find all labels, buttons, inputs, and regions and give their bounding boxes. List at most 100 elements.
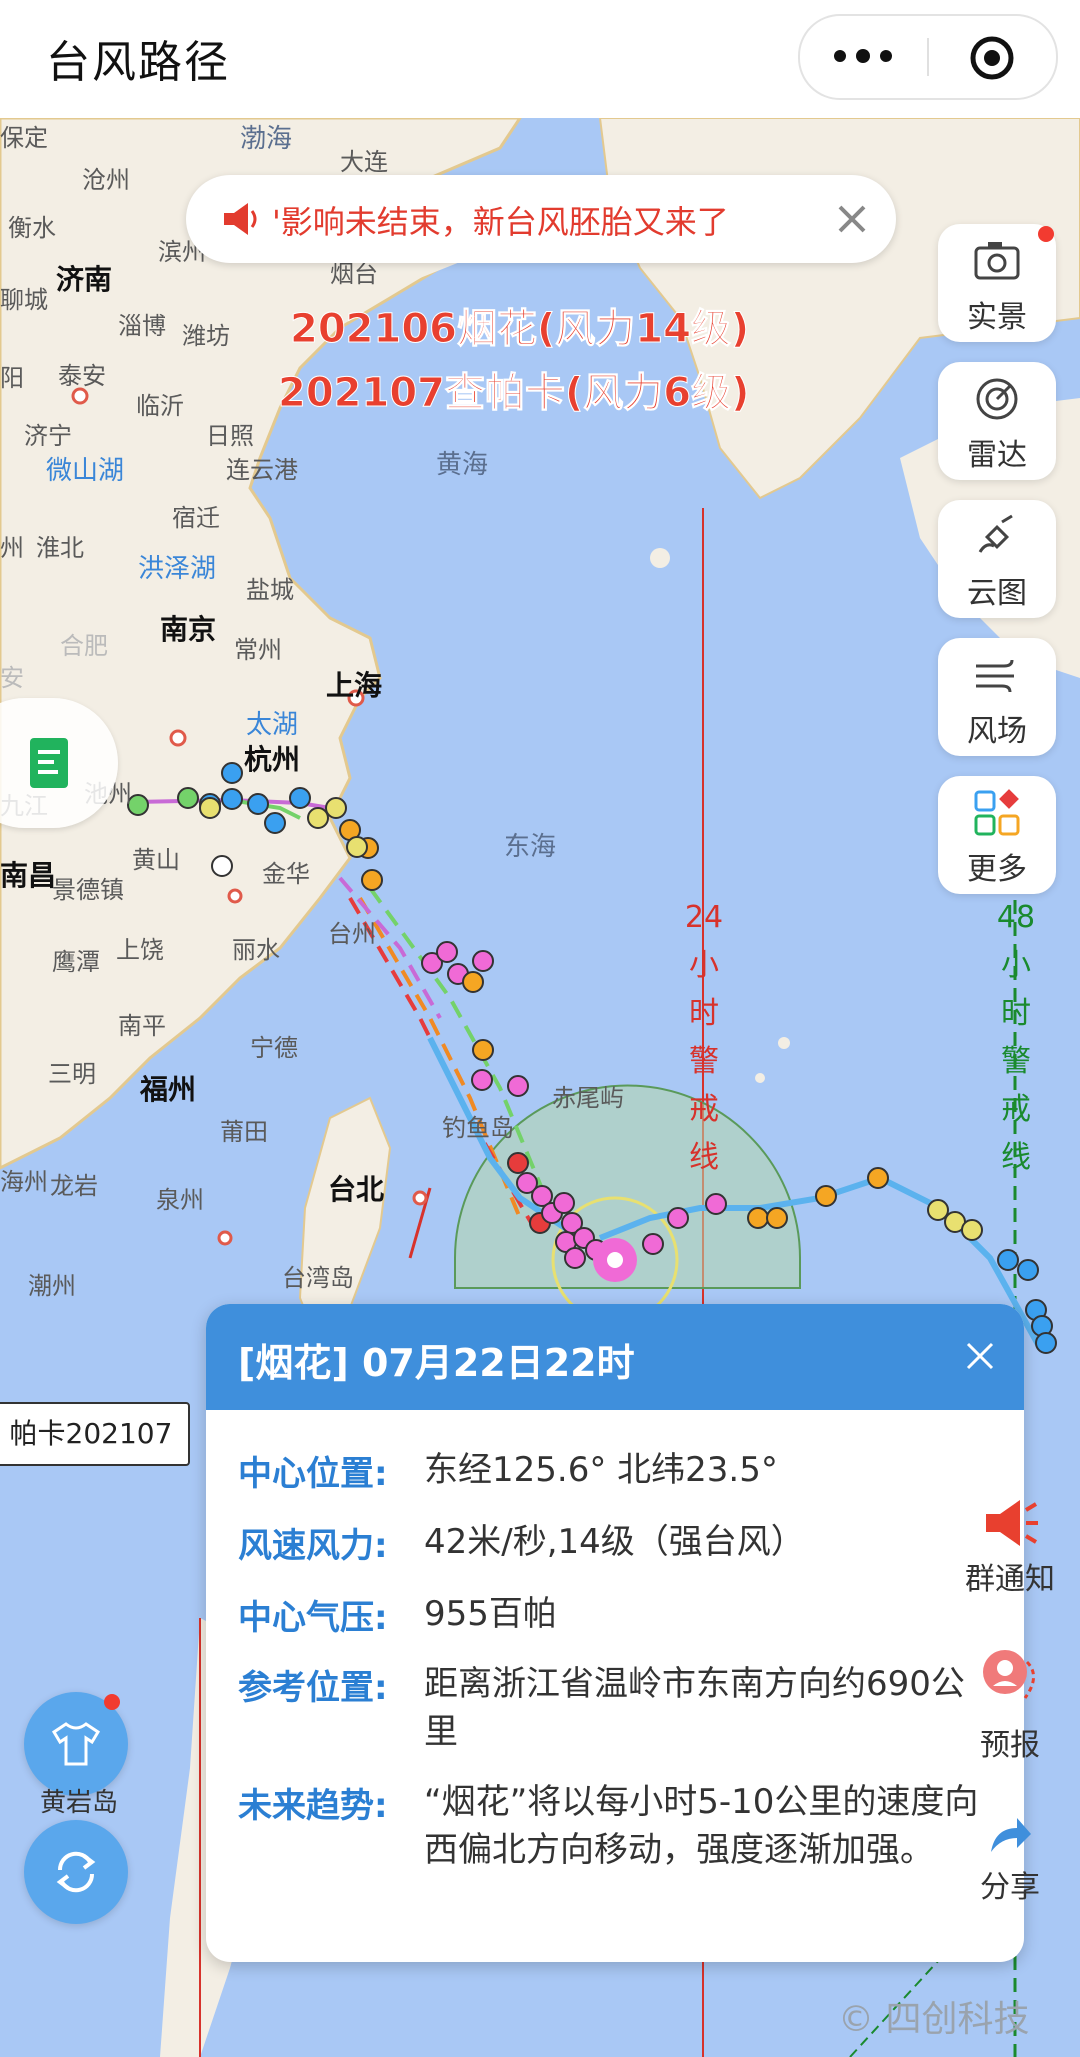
close-icon[interactable] [832, 199, 872, 239]
notification-dot [1038, 226, 1054, 242]
place-label: 淮北 [36, 534, 84, 562]
forecast-button[interactable]: 预报 [940, 1646, 1080, 1764]
tool-more[interactable]: 更多 [938, 776, 1056, 894]
page-title: 台风路径 [46, 37, 230, 88]
dot-icon [880, 50, 892, 62]
fab-label: 预报 [980, 1728, 1040, 1763]
tool-label: 云图 [967, 576, 1027, 611]
tool-cloud-map[interactable]: 云图 [938, 500, 1056, 618]
tool-label: 风场 [967, 714, 1027, 749]
tool-label: 实景 [967, 300, 1027, 335]
notice-banner[interactable]: '影响未结束，新台风胚胎又来了 [186, 175, 896, 263]
place-label: 南平 [118, 1012, 166, 1040]
dot-icon [856, 49, 870, 63]
forecast-pin-icon [983, 1650, 1035, 1699]
place-label: 临沂 [136, 392, 184, 420]
info-value: 42米/秒,14级（强台风） [424, 1522, 805, 1562]
info-value: 距离浙江省温岭市东南方向约690公里 [424, 1664, 965, 1752]
place-label: 上饶 [116, 936, 164, 964]
typhoon-name-label[interactable]: 202107查帕卡(风力6级) [277, 360, 749, 418]
place-label: 龙岩 [50, 1172, 98, 1200]
more-options-button[interactable] [834, 36, 894, 76]
place-label: 盐城 [246, 576, 294, 604]
info-value: 东经125.6° 北纬23.5° [424, 1450, 778, 1490]
close-mini-program-button[interactable] [968, 34, 1016, 82]
place-label: 莆田 [220, 1118, 268, 1146]
notice-text: '影响未结束，新台风胚胎又来了 [272, 203, 729, 241]
typhoon-info-panel: [烟花] 07月22日22时 中心位置: 东经125.6° 北纬23.5° 风速… [206, 1304, 1024, 1962]
info-key: 中心位置: [238, 1454, 388, 1494]
huangyandao-label: 黄岩岛 [40, 1788, 119, 1818]
place-label: 衡水 [8, 214, 56, 242]
warning-48h-label: 48小时警戒线 [996, 900, 1036, 1175]
place-label: 东海 [504, 832, 557, 862]
place-label: 上海 [326, 669, 383, 702]
tool-wind-field[interactable]: 风场 [938, 638, 1056, 756]
panel-header: [烟花] 07月22日22时 [206, 1304, 1024, 1410]
place-label: 南京 [160, 613, 217, 646]
tool-label: 雷达 [967, 438, 1027, 473]
warning-24h-label: 24小时警戒线 [684, 900, 724, 1175]
typhoon-chapaka-tag[interactable]: 帕卡202107 [0, 1402, 190, 1466]
place-label: 福州 [140, 1073, 197, 1106]
close-icon[interactable] [958, 1334, 1002, 1378]
target-close-icon [970, 36, 1014, 80]
place-label: 常州 [234, 636, 282, 664]
place-label: 宁德 [250, 1034, 298, 1062]
place-label: 阳 [0, 364, 24, 392]
place-label: 黄海 [436, 450, 489, 480]
tool-label: 更多 [967, 852, 1027, 887]
place-label: 济南 [56, 263, 113, 296]
megaphone-icon [986, 1500, 1038, 1546]
watermark: © 四创科技 [838, 1999, 1030, 2040]
share-button[interactable]: 分享 [940, 1814, 1080, 1906]
camera-icon [974, 242, 1020, 280]
info-value: “烟花”将以每小时5-10公里的速度向西偏北方向移动，强度逐渐加强。 [424, 1782, 979, 1870]
place-label: 黄山 [132, 846, 180, 874]
panel-title: [烟花] 07月22日22时 [238, 1341, 635, 1385]
place-label: 渤海 [240, 124, 293, 154]
tool-radar[interactable]: 雷达 [938, 362, 1056, 480]
place-label: 潮州 [28, 1272, 76, 1300]
document-icon [30, 738, 68, 788]
place-label: 洪泽湖 [138, 554, 217, 584]
info-key: 未来趋势: [238, 1786, 388, 1826]
place-label: 杭州 [244, 743, 301, 776]
place-label: 大连 [340, 148, 388, 176]
place-label: 台州 [328, 920, 376, 948]
info-value: 955百帕 [424, 1594, 557, 1634]
place-label: 丽水 [232, 936, 280, 964]
info-key: 风速风力: [238, 1526, 388, 1566]
place-label: 鹰潭 [52, 948, 100, 976]
place-label: 赤尾屿 [552, 1084, 624, 1112]
place-label: 金华 [262, 860, 310, 888]
share-icon [991, 1818, 1031, 1852]
place-label: 景德镇 [52, 876, 124, 904]
typhoon-name-label[interactable]: 202106烟花(风力14级) [289, 296, 749, 354]
place-label: 南昌 [0, 859, 57, 892]
shirt-icon [51, 1722, 101, 1766]
wind-icon [976, 659, 1014, 693]
place-label: 淄博 [118, 312, 166, 340]
place-label: 安 [0, 664, 24, 692]
satellite-icon [978, 514, 1013, 553]
grid-more-icon [974, 789, 1020, 836]
place-label: 泰安 [58, 362, 106, 390]
place-label: 三明 [48, 1060, 96, 1088]
tool-live-view[interactable]: 实景 [938, 224, 1056, 342]
place-label: 台北 [328, 1173, 385, 1206]
place-label: 保定 [0, 124, 48, 152]
top-bar: 台风路径 [0, 0, 1080, 118]
refresh-button[interactable] [24, 1820, 128, 1924]
place-label: 泉州 [156, 1186, 204, 1214]
place-label: 日照 [206, 422, 254, 450]
megaphone-icon [224, 203, 257, 235]
info-key: 中心气压: [238, 1598, 388, 1638]
group-notify-button[interactable]: 群通知 [940, 1496, 1080, 1598]
fab-label: 群通知 [965, 1562, 1055, 1597]
place-label: 钓鱼岛 [442, 1114, 514, 1142]
place-label: 潍坊 [182, 322, 230, 350]
refresh-icon [56, 1851, 96, 1893]
place-label: 微山湖 [46, 456, 125, 486]
app-root: 台风路径 保定 渤海 大连 沧州 衡水 滨州 烟台 济南 聊城 淄博 潍坊 阳 … [0, 0, 1080, 2057]
